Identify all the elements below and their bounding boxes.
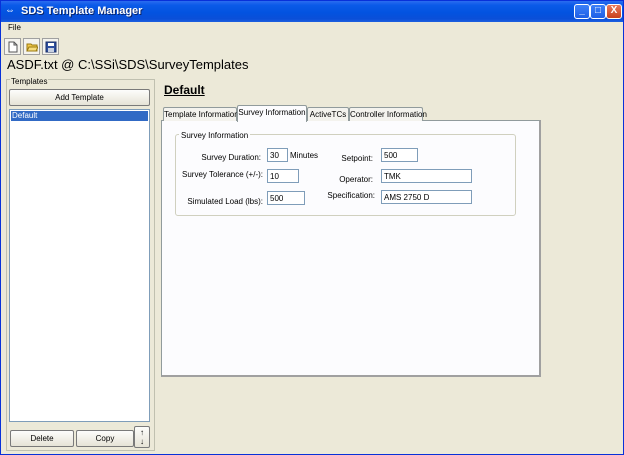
survey-duration-input[interactable] [267, 148, 288, 162]
move-order-button[interactable]: ↑ ↓ [134, 426, 150, 448]
duration-unit-label: Minutes [290, 151, 319, 160]
delete-button[interactable]: Delete [10, 430, 74, 447]
maximize-button[interactable]: □ [590, 4, 606, 19]
survey-tolerance-input[interactable] [267, 169, 299, 183]
tab-template-information[interactable]: Template Information [163, 107, 239, 121]
tab-controller-information[interactable]: Controller Information [349, 107, 427, 121]
templates-list[interactable]: Default [9, 109, 150, 422]
title-bar[interactable]: ⇔ SDS Template Manager _ □ X [1, 1, 623, 22]
save-icon [45, 41, 57, 53]
setpoint-input[interactable] [381, 148, 418, 162]
survey-tolerance-label: Survey Tolerance (+/-): [182, 170, 263, 179]
open-folder-button[interactable] [23, 38, 40, 55]
templates-group-label: Templates [10, 77, 49, 86]
operator-label: Operator: [339, 175, 373, 184]
minimize-button[interactable]: _ [574, 4, 590, 19]
simulated-load-input[interactable] [267, 191, 305, 205]
menu-file[interactable]: File [8, 23, 21, 32]
add-template-button[interactable]: Add Template [9, 89, 150, 106]
menu-bar: File [2, 22, 622, 35]
survey-information-label: Survey Information [179, 131, 251, 140]
app-window: ⇔ SDS Template Manager _ □ X File ASDF.t… [0, 0, 624, 455]
specification-label: Specification: [327, 191, 375, 200]
simulated-load-label: Simulated Load (lbs): [187, 197, 263, 206]
new-file-icon [8, 41, 18, 53]
close-button[interactable]: X [606, 4, 622, 19]
copy-button[interactable]: Copy [76, 430, 134, 447]
operator-input[interactable] [381, 169, 472, 183]
new-file-button[interactable] [4, 38, 21, 55]
app-icon: ⇔ [5, 5, 15, 16]
setpoint-label: Setpoint: [341, 154, 373, 163]
arrow-down-icon: ↓ [140, 437, 144, 446]
save-button[interactable] [42, 38, 59, 55]
tab-survey-information[interactable]: Survey Information [237, 105, 307, 122]
file-path-title: ASDF.txt @ C:\SSi\SDS\SurveyTemplates [7, 57, 249, 72]
template-heading: Default [164, 83, 205, 97]
specification-input[interactable] [381, 190, 472, 204]
open-folder-icon [26, 43, 38, 52]
arrow-up-icon: ↑ [140, 428, 144, 437]
list-item[interactable]: Default [11, 111, 148, 121]
survey-duration-label: Survey Duration: [201, 153, 261, 162]
tab-active-tcs[interactable]: ActiveTCs [307, 107, 349, 121]
window-title: SDS Template Manager [21, 5, 143, 17]
